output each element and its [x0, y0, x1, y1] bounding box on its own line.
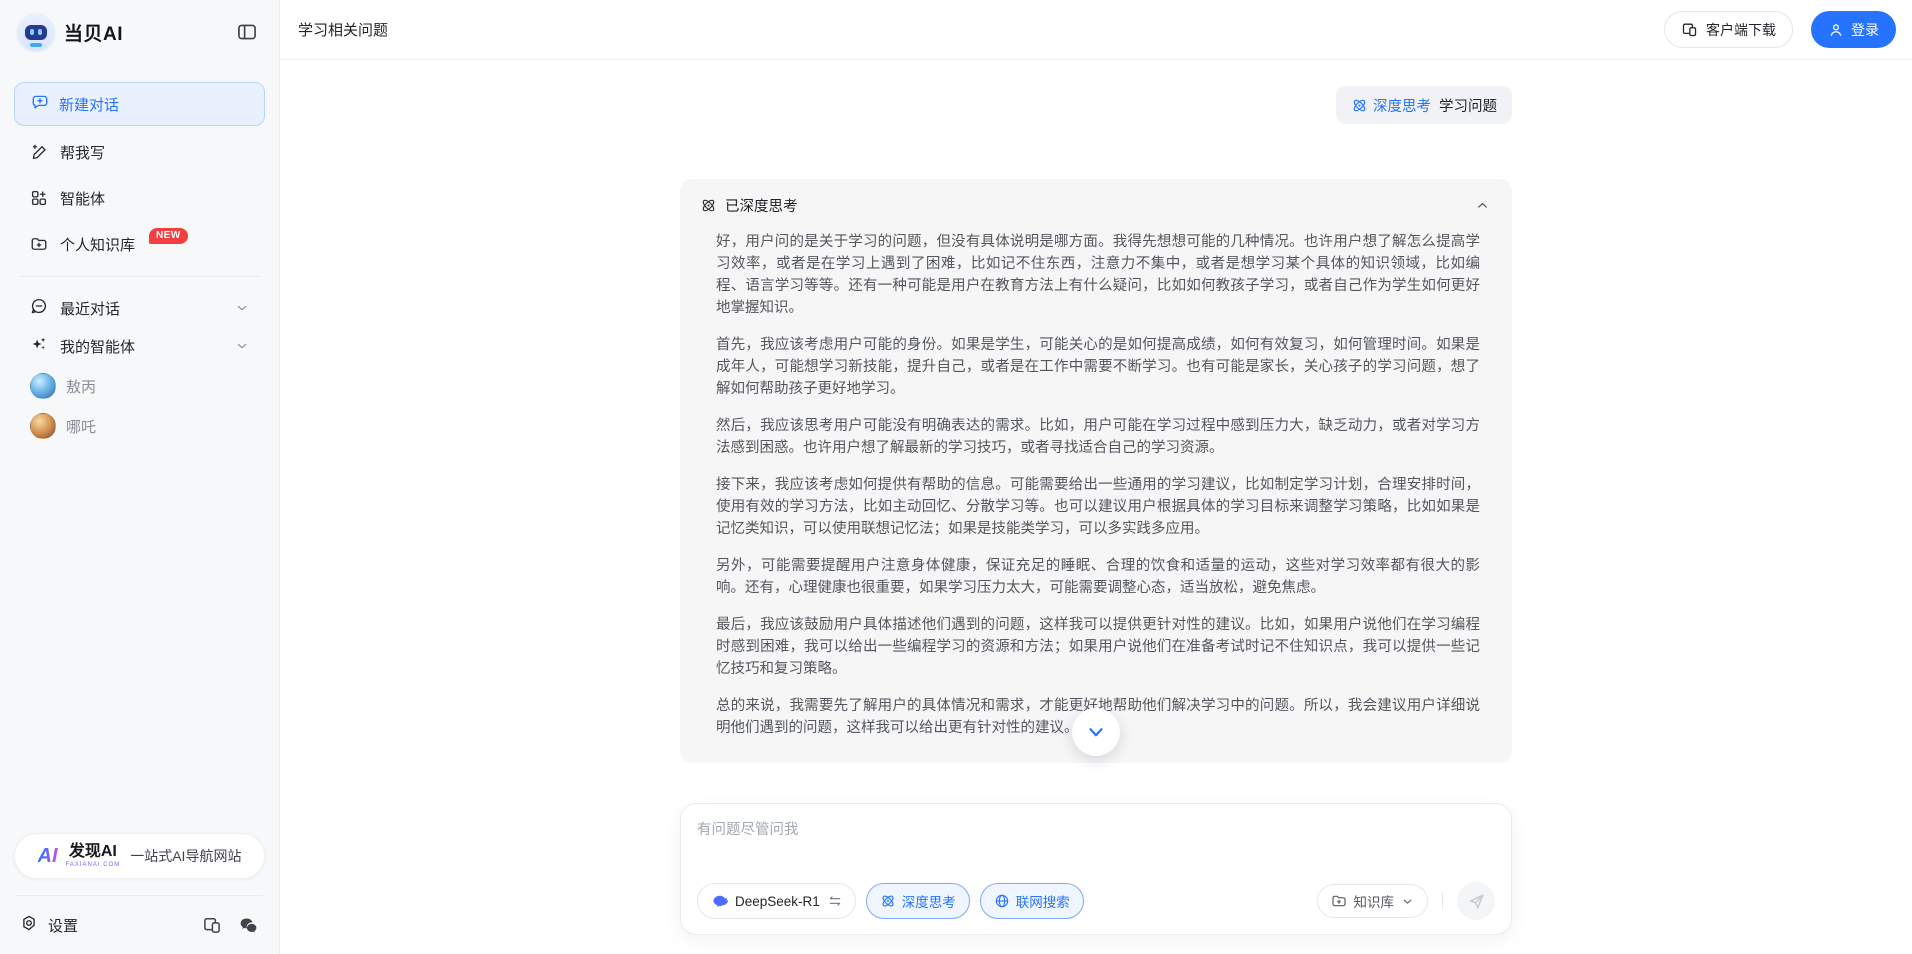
promo-brand-name: 发现AI — [69, 844, 117, 860]
sidebar-item-knowledge-base[interactable]: 个人知识库 NEW — [14, 224, 265, 264]
promo-tagline: 一站式AI导航网站 — [130, 846, 241, 866]
agent-name: 敖丙 — [66, 376, 96, 397]
folder-plus-icon — [1331, 893, 1347, 909]
sidebar-collapse-icon[interactable] — [233, 18, 261, 46]
settings-label: 设置 — [48, 915, 78, 936]
sidebar-item-label: 智能体 — [60, 188, 105, 209]
sidebar-section-recent-chats[interactable]: 最近对话 — [14, 289, 265, 327]
model-swap-icon — [828, 894, 842, 908]
chevron-up-icon[interactable] — [1475, 198, 1490, 213]
sidebar-item-agents[interactable]: 智能体 — [14, 178, 265, 218]
sidebar-item-label: 帮我写 — [60, 142, 105, 163]
chat-area: 深度思考 学习问题 已深度思考 — [280, 60, 1912, 954]
new-chat-button[interactable]: 新建对话 — [14, 82, 265, 126]
thinking-panel-title: 已深度思考 — [725, 195, 798, 216]
main-panel: 学习相关问题 客户端下载 登录 — [280, 0, 1912, 954]
globe-icon — [994, 893, 1010, 909]
agent-item-aobing[interactable]: 敖丙 — [14, 367, 265, 405]
agent-name: 哪吒 — [66, 416, 96, 437]
send-button[interactable] — [1457, 882, 1495, 920]
web-search-toggle-chip[interactable]: 联网搜索 — [980, 883, 1084, 919]
client-download-label: 客户端下载 — [1706, 20, 1776, 40]
thinking-paragraph: 然后，我应该思考用户可能没有明确表达的需求。比如，用户可能在学习过程中感到压力大… — [716, 415, 1480, 459]
divider — [1442, 892, 1443, 910]
dangbei-robot-logo-icon — [18, 14, 54, 50]
sidebar-item-label: 个人知识库 — [60, 234, 135, 255]
thinking-paragraph: 另外，可能需要提醒用户注意身体健康，保证充足的睡眠、合理的饮食和适量的运动，这些… — [716, 555, 1480, 599]
chat-bubble-icon — [30, 297, 48, 319]
thinking-paragraph: 首先，我应该考虑用户可能的身份。如果是学生，可能关心的是如何提高成绩，如何有效复… — [716, 334, 1480, 400]
top-bar: 学习相关问题 客户端下载 登录 — [280, 0, 1912, 60]
chevron-down-icon — [235, 301, 249, 315]
deep-thinking-panel: 已深度思考 好，用户问的是关于学习的问题，但没有具体说明是哪方面。我得先想想可能… — [680, 179, 1512, 763]
user-message-text: 学习问题 — [1439, 95, 1497, 116]
model-selector-chip[interactable]: DeepSeek-R1 — [697, 883, 856, 919]
login-label: 登录 — [1851, 20, 1879, 40]
user-message-bubble: 深度思考 学习问题 — [1336, 86, 1512, 124]
thinking-content: 好，用户问的是关于学习的问题，但没有具体说明是哪方面。我得先想想可能的几种情况。… — [716, 231, 1480, 739]
atom-icon — [700, 197, 717, 214]
deep-think-toggle-chip[interactable]: 深度思考 — [866, 883, 970, 919]
app-window: 当贝AI 新建对话 帮我写 — [0, 0, 1912, 954]
atom-icon — [880, 893, 896, 909]
new-chat-label: 新建对话 — [59, 94, 119, 115]
settings-button[interactable]: 设置 — [20, 914, 78, 936]
sidebar-footer: 设置 — [14, 896, 265, 954]
chevron-down-icon — [1401, 895, 1414, 908]
section-label: 我的智能体 — [60, 336, 135, 357]
new-badge: NEW — [149, 228, 188, 244]
client-download-button[interactable]: 客户端下载 — [1664, 11, 1793, 48]
wechat-icon[interactable] — [238, 915, 259, 936]
section-label: 最近对话 — [60, 298, 120, 319]
deepseek-whale-icon — [711, 892, 729, 910]
divider — [18, 276, 261, 277]
thinking-paragraph: 接下来，我应该考虑如何提供有帮助的信息。可能需要给出一些通用的学习建议，比如制定… — [716, 474, 1480, 540]
agents-grid-icon — [30, 189, 48, 207]
sidebar-item-help-me-write[interactable]: 帮我写 — [14, 132, 265, 172]
chevron-down-icon — [235, 339, 249, 353]
folder-plus-icon — [30, 235, 48, 253]
knowledge-chip-label: 知识库 — [1354, 891, 1395, 911]
faxian-ai-promo-banner[interactable]: AI 发现AI FAXIANAI.COM 一站式AI导航网站 — [14, 833, 265, 879]
message-input[interactable] — [697, 818, 1495, 870]
deep-think-tag-label: 深度思考 — [1373, 95, 1431, 116]
conversation-title: 学习相关问题 — [298, 19, 388, 40]
agent-avatar — [30, 373, 56, 399]
login-button[interactable]: 登录 — [1811, 11, 1896, 48]
client-download-icon — [1681, 21, 1698, 38]
promo-brand-domain: FAXIANAI.COM — [66, 862, 121, 868]
thinking-paragraph: 最后，我应该鼓励用户具体描述他们遇到的问题，这样我可以提供更针对性的建议。比如，… — [716, 614, 1480, 680]
knowledge-base-dropdown[interactable]: 知识库 — [1317, 884, 1429, 918]
faxian-ai-logo-icon: AI — [38, 846, 58, 866]
devices-icon[interactable] — [202, 915, 222, 935]
scroll-to-bottom-button[interactable] — [1072, 708, 1120, 756]
thinking-paragraph: 好，用户问的是关于学习的问题，但没有具体说明是哪方面。我得先想想可能的几种情况。… — [716, 231, 1480, 319]
pencil-write-icon — [30, 143, 48, 161]
agent-item-nezha[interactable]: 哪吒 — [14, 407, 265, 445]
promo-brand-block: 发现AI FAXIANAI.COM — [66, 844, 121, 868]
sparkles-icon — [30, 335, 48, 357]
sidebar-section-my-agents[interactable]: 我的智能体 — [14, 327, 265, 365]
app-title: 当贝AI — [64, 19, 123, 46]
deep-think-tag: 深度思考 — [1351, 95, 1431, 116]
model-name: DeepSeek-R1 — [735, 894, 820, 909]
agent-avatar — [30, 413, 56, 439]
thinking-panel-header[interactable]: 已深度思考 — [700, 195, 1490, 216]
composer: DeepSeek-R1 — [680, 803, 1512, 935]
gear-icon — [20, 914, 38, 936]
sidebar: 当贝AI 新建对话 帮我写 — [0, 0, 280, 954]
web-search-chip-label: 联网搜索 — [1016, 891, 1070, 911]
atom-icon — [1351, 97, 1368, 114]
user-icon — [1828, 22, 1844, 38]
new-chat-icon — [31, 93, 49, 115]
deep-think-chip-label: 深度思考 — [902, 891, 956, 911]
logo-row: 当贝AI — [14, 0, 265, 64]
